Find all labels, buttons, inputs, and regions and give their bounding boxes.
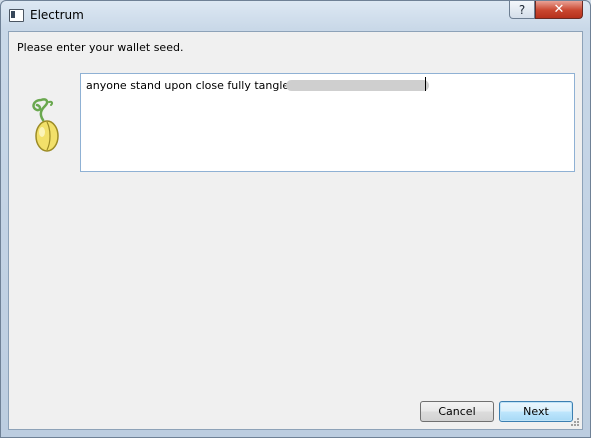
dialog-body: Please enter your wallet seed. anyone st… bbox=[8, 31, 583, 430]
close-icon: ✕ bbox=[553, 2, 565, 17]
next-button[interactable]: Next bbox=[499, 401, 573, 422]
title-bar[interactable]: Electrum ? ✕ bbox=[1, 1, 590, 31]
cancel-button[interactable]: Cancel bbox=[420, 401, 494, 422]
seed-prompt-label: Please enter your wallet seed. bbox=[17, 41, 184, 54]
window-title: Electrum bbox=[30, 8, 84, 22]
resize-grip-icon[interactable] bbox=[570, 417, 580, 427]
seed-textarea[interactable]: anyone stand upon close fully tangle min… bbox=[80, 73, 575, 172]
redacted-seed-words bbox=[286, 80, 429, 91]
electrum-window: Electrum ? ✕ Please enter your wallet se… bbox=[0, 0, 591, 438]
text-cursor bbox=[425, 77, 426, 91]
help-button[interactable]: ? bbox=[509, 1, 535, 19]
electrum-seed-icon bbox=[32, 98, 59, 152]
close-button[interactable]: ✕ bbox=[535, 1, 583, 19]
window-app-icon bbox=[9, 9, 24, 22]
